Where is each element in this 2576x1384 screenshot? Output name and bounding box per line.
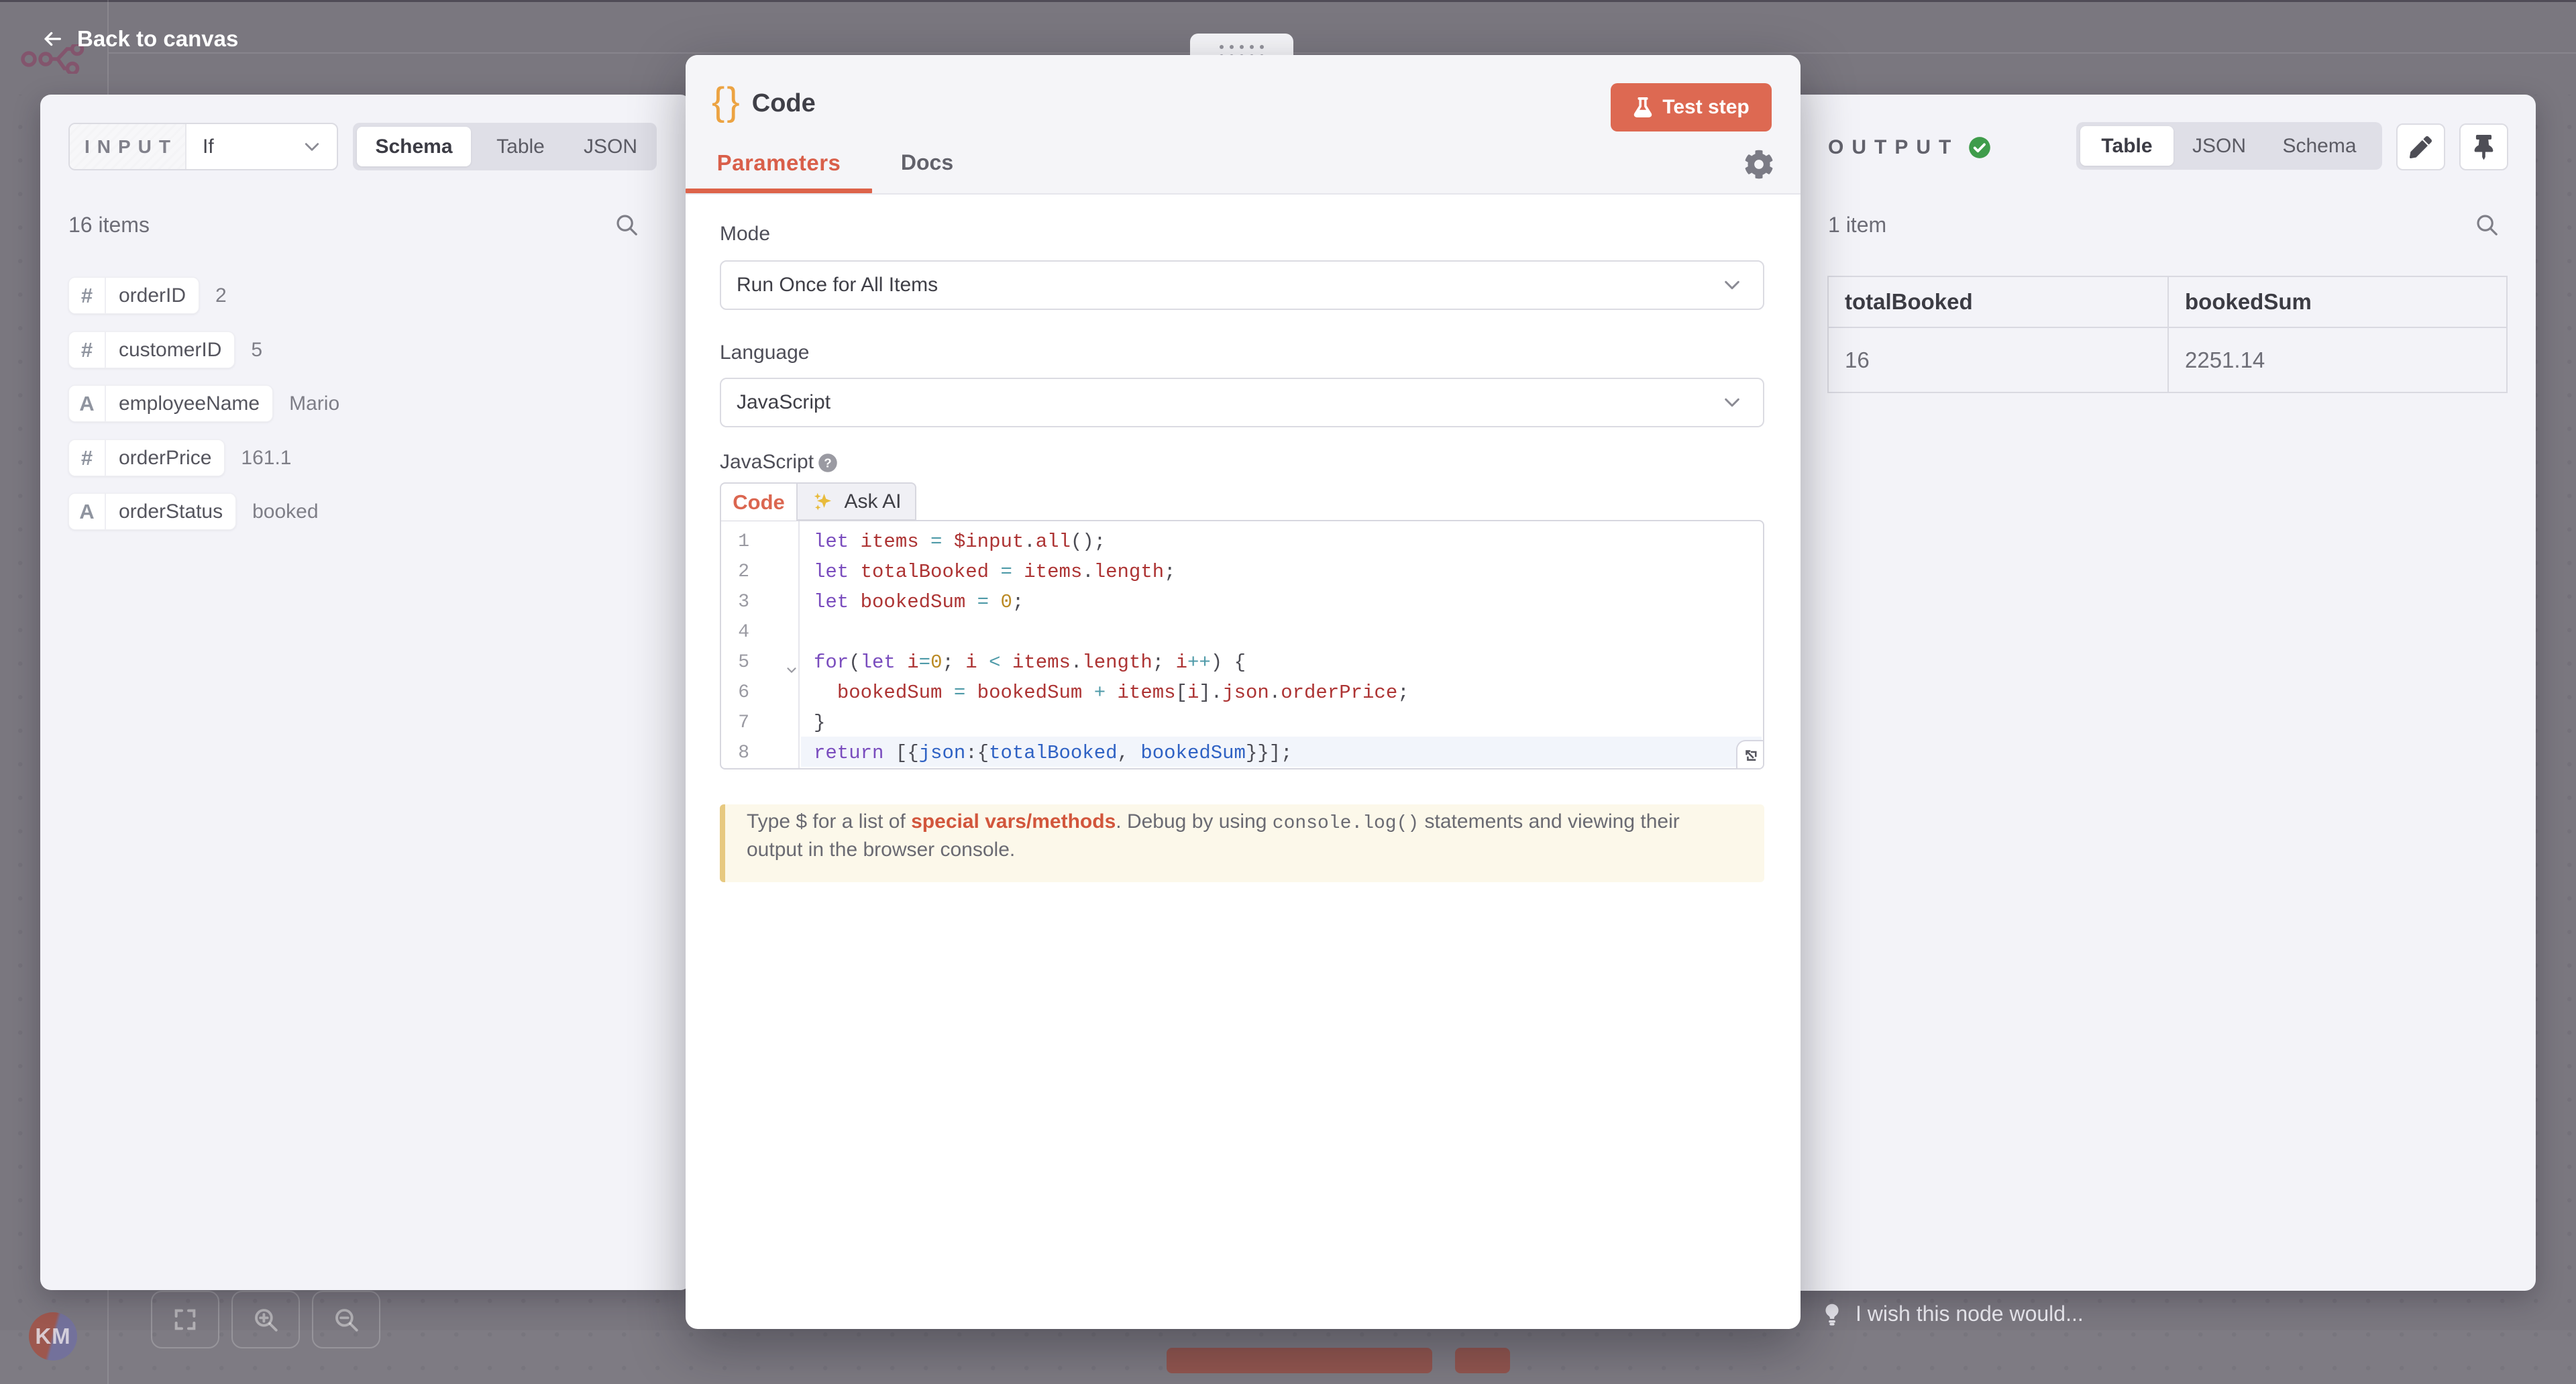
svg-text:?: ? [824, 456, 831, 470]
